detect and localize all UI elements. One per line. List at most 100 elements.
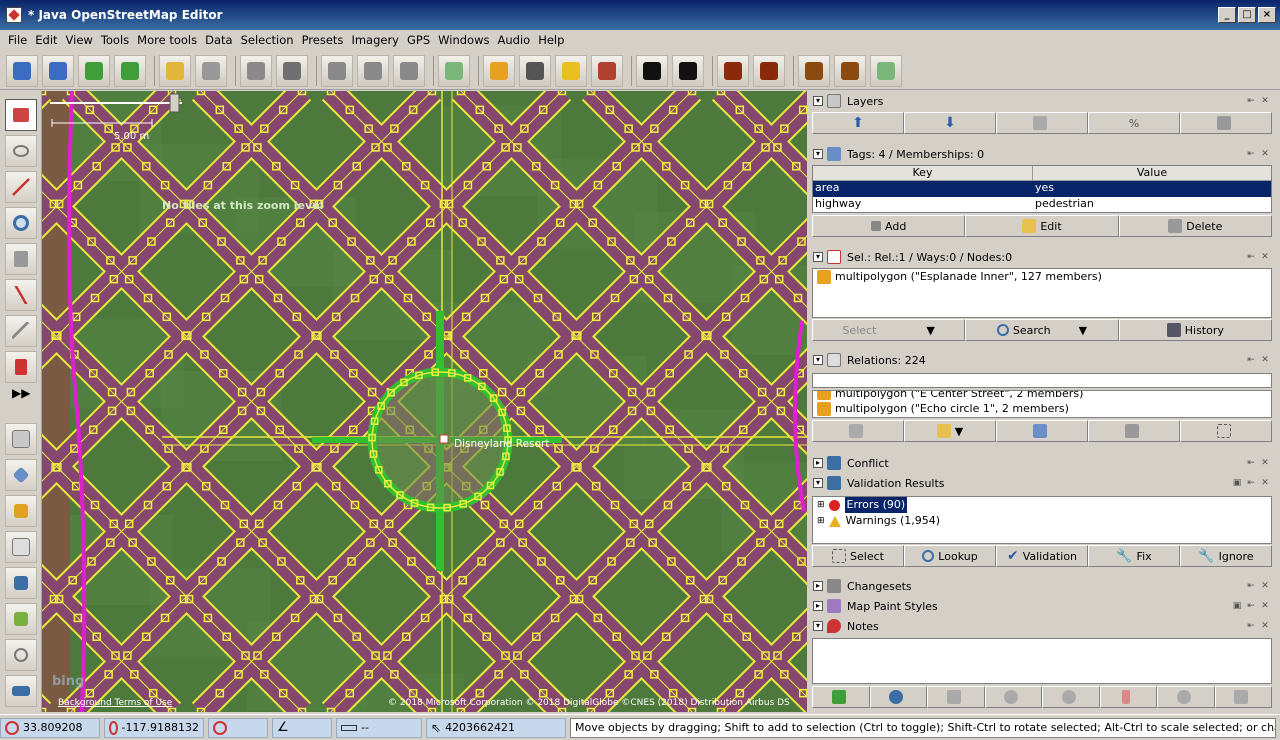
- extrude-mode-button[interactable]: [5, 351, 37, 383]
- menu-gps[interactable]: GPS: [403, 33, 434, 47]
- download-button[interactable]: [78, 54, 110, 87]
- industrial-button[interactable]: [834, 54, 866, 87]
- road-preset-button[interactable]: [519, 54, 551, 87]
- pin-icon[interactable]: ⇤: [1246, 601, 1256, 611]
- reverse-way-button[interactable]: [393, 54, 425, 87]
- collapse-icon[interactable]: ▾: [813, 149, 823, 159]
- draw-mode-button[interactable]: [5, 171, 37, 203]
- pin-icon[interactable]: ⇤: [1246, 621, 1256, 631]
- history-button[interactable]: History: [1118, 319, 1272, 341]
- menu-windows[interactable]: Windows: [434, 33, 493, 47]
- table-row[interactable]: highway pedestrian: [813, 197, 1271, 213]
- pin-icon[interactable]: ⇤: [1246, 149, 1256, 159]
- layers-panel-header[interactable]: ▾ Layers ⇤ ✕: [810, 91, 1274, 111]
- edit-relation-button[interactable]: ▼: [904, 420, 996, 442]
- notes-list[interactable]: [812, 638, 1272, 684]
- close-panel-icon[interactable]: ✕: [1260, 458, 1270, 468]
- ignore-button[interactable]: 🔧 Ignore: [1180, 545, 1272, 567]
- toggle-layers-button[interactable]: [5, 423, 37, 455]
- select-mode-button[interactable]: [5, 99, 37, 131]
- mappaint-panel-header[interactable]: ▸ Map Paint Styles ▣ ⇤ ✕: [810, 596, 1274, 616]
- collapse-icon[interactable]: ▾: [813, 96, 823, 106]
- dropdown-arrow-icon[interactable]: ▼: [1079, 324, 1087, 337]
- save-button[interactable]: [42, 54, 74, 87]
- pin-icon[interactable]: ⇤: [1246, 96, 1256, 106]
- menu-file[interactable]: File: [4, 33, 31, 47]
- menu-more-tools[interactable]: More tools: [133, 33, 201, 47]
- delete-mode-button[interactable]: [5, 243, 37, 275]
- expand-icon[interactable]: ▸: [813, 601, 823, 611]
- close-panel-icon[interactable]: ✕: [1260, 601, 1270, 611]
- new-relation-button[interactable]: [812, 420, 904, 442]
- maximize-button[interactable]: □: [1238, 7, 1256, 23]
- pin-icon[interactable]: ⇤: [1246, 581, 1256, 591]
- selection-panel-header[interactable]: ▾ Sel.: Rel.:1 / Ways:0 / Nodes:0 ⇤ ✕: [810, 247, 1274, 267]
- collapse-icon[interactable]: ▾: [813, 252, 823, 262]
- map-canvas[interactable]: [42, 91, 807, 712]
- list-item[interactable]: multipolygon ("Esplanade Inner", 127 mem…: [813, 269, 1271, 285]
- collapse-icon[interactable]: ▾: [813, 621, 823, 631]
- tag-key[interactable]: area: [813, 181, 1033, 197]
- edit-tag-button[interactable]: Edit: [965, 215, 1119, 237]
- toggle-filter-button[interactable]: [5, 603, 37, 635]
- changesets-panel-header[interactable]: ▸ Changesets ⇤ ✕: [810, 576, 1274, 596]
- conflict-panel-header[interactable]: ▸ Conflict ⇤ ✕: [810, 453, 1274, 473]
- car-button[interactable]: [636, 54, 668, 87]
- tags-panel-header[interactable]: ▾ Tags: 4 / Memberships: 0 ⇤ ✕: [810, 144, 1274, 164]
- upload-button[interactable]: [114, 54, 146, 87]
- relation-filter-input[interactable]: [812, 373, 1272, 388]
- sort-notes-button[interactable]: [1099, 686, 1157, 708]
- new-note-button[interactable]: [869, 686, 927, 708]
- fix-button[interactable]: 🔧 Fix: [1088, 545, 1180, 567]
- open-button[interactable]: [6, 54, 38, 87]
- highway-preset-button[interactable]: [483, 54, 515, 87]
- preferences-button[interactable]: [276, 54, 308, 87]
- undo-button[interactable]: [159, 54, 191, 87]
- menu-audio[interactable]: Audio: [494, 33, 535, 47]
- merge-layer-button[interactable]: [996, 112, 1088, 134]
- select-button[interactable]: Select ▼: [812, 319, 966, 341]
- toggle-validation-button[interactable]: [5, 567, 37, 599]
- toggle-conflict-button[interactable]: [5, 675, 37, 707]
- close-panel-icon[interactable]: ✕: [1260, 621, 1270, 631]
- tag-value[interactable]: yes: [1033, 181, 1271, 197]
- close-panel-icon[interactable]: ✕: [1260, 252, 1270, 262]
- pin-icon[interactable]: ⇤: [1246, 355, 1256, 365]
- note-settings-button[interactable]: [1214, 686, 1272, 708]
- expand-icon[interactable]: ▸: [813, 581, 823, 591]
- layer-opacity-button[interactable]: %: [1088, 112, 1180, 134]
- settings-icon[interactable]: ▣: [1232, 601, 1242, 611]
- lookup-button[interactable]: Lookup: [904, 545, 996, 567]
- add-tag-button[interactable]: Add: [812, 215, 966, 237]
- relations-panel-header[interactable]: ▾ Relations: 224 ⇤ ✕: [810, 350, 1274, 370]
- split-way-button[interactable]: [321, 54, 353, 87]
- pin-icon[interactable]: ⇤: [1246, 478, 1256, 488]
- bus-button[interactable]: [672, 54, 704, 87]
- move-layer-up-button[interactable]: ⬆: [812, 112, 904, 134]
- menu-view[interactable]: View: [62, 33, 97, 47]
- reopen-note-button[interactable]: [1042, 686, 1100, 708]
- menu-help[interactable]: Help: [534, 33, 568, 47]
- toggle-selection-button[interactable]: [5, 495, 37, 527]
- list-item[interactable]: multipolygon ("E Center Street", 2 membe…: [813, 391, 1271, 401]
- castle-button[interactable]: [798, 54, 830, 87]
- minimize-button[interactable]: _: [1218, 7, 1236, 23]
- list-item[interactable]: multipolygon ("Echo circle 1", 2 members…: [813, 401, 1271, 417]
- toggle-relations-button[interactable]: [5, 531, 37, 563]
- settings-icon[interactable]: ▣: [1232, 478, 1242, 488]
- collapse-icon[interactable]: ▾: [813, 478, 823, 488]
- close-panel-icon[interactable]: ✕: [1260, 478, 1270, 488]
- expand-tree-icon[interactable]: ⊞: [817, 513, 825, 529]
- toggle-tags-button[interactable]: [5, 459, 37, 491]
- table-row[interactable]: area yes: [813, 181, 1271, 197]
- move-layer-down-button[interactable]: ⬇: [904, 112, 996, 134]
- menu-imagery[interactable]: Imagery: [347, 33, 403, 47]
- expand-tree-icon[interactable]: ⊞: [817, 497, 825, 513]
- delete-tag-button[interactable]: Delete: [1118, 215, 1272, 237]
- expand-icon[interactable]: ▸: [813, 458, 823, 468]
- close-panel-icon[interactable]: ✕: [1260, 149, 1270, 159]
- tag-key[interactable]: highway: [813, 197, 1033, 213]
- shop-button[interactable]: [717, 54, 749, 87]
- upload-notes-button[interactable]: [1157, 686, 1215, 708]
- close-note-button[interactable]: [984, 686, 1042, 708]
